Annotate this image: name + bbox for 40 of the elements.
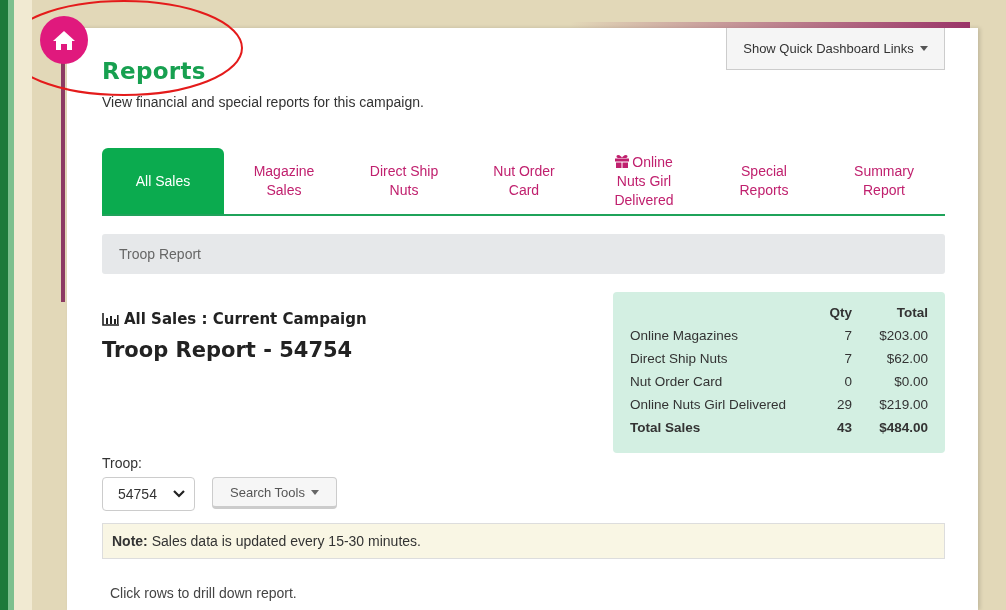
column-header: Total (852, 301, 928, 324)
total-cell: $62.00 (852, 347, 928, 370)
row-label: Nut Order Card (630, 373, 724, 391)
bar-chart-icon (102, 312, 119, 326)
qty-cell-text: 43 (835, 419, 852, 437)
qty-cell-text: 7 (843, 327, 852, 345)
total-cell: $484.00 (852, 416, 928, 439)
note-text: Note: Sales data is updated every 15-30 minutes. (112, 533, 421, 549)
chevron-icon (173, 490, 185, 498)
report-bar: Troop Report (102, 234, 945, 274)
tab[interactable]: Special Reports (704, 148, 824, 214)
total-cell: $219.00 (852, 393, 928, 416)
tab[interactable]: Online Nuts Girl Delivered (584, 148, 704, 214)
page-title: Reports (102, 58, 207, 84)
caret-icon (919, 46, 928, 51)
quick-links-button[interactable]: Show Quick Dashboard Links (726, 28, 945, 70)
tab[interactable]: Direct Ship Nuts (344, 148, 464, 214)
row-label: Online Magazines (630, 327, 740, 345)
qty-cell-text: 7 (843, 350, 852, 368)
caret-icon (310, 489, 319, 495)
tab[interactable]: Nut Order Card (464, 148, 584, 214)
troop-label: Troop: (102, 455, 143, 471)
gift-icon (615, 154, 630, 168)
column-header: Qty (828, 304, 852, 322)
total-cell: $203.00 (852, 324, 928, 347)
search-tools-button[interactable]: Search Tools (212, 477, 337, 509)
tab[interactable]: Summary Report (824, 148, 944, 214)
section-title: Troop Report - 54754 (102, 338, 354, 362)
row-label: Direct Ship Nuts (630, 350, 729, 368)
qty-cell-text: 29 (835, 396, 852, 414)
troop-select[interactable]: 54754 (102, 477, 195, 511)
total-cell: $0.00 (852, 370, 928, 393)
hint-text: Click rows to drill down report. (110, 585, 298, 601)
page-subtitle: View financial and special reports for this campaign. (102, 94, 424, 110)
tab[interactable]: All Sales (102, 148, 224, 214)
tab[interactable]: Magazine Sales (224, 148, 344, 214)
row-label: Total Sales (630, 419, 702, 437)
section-subtitle: All Sales : Current Campaign (124, 310, 367, 328)
row-label: Online Nuts Girl Delivered (630, 396, 788, 414)
qty-cell-text: 0 (843, 373, 852, 391)
